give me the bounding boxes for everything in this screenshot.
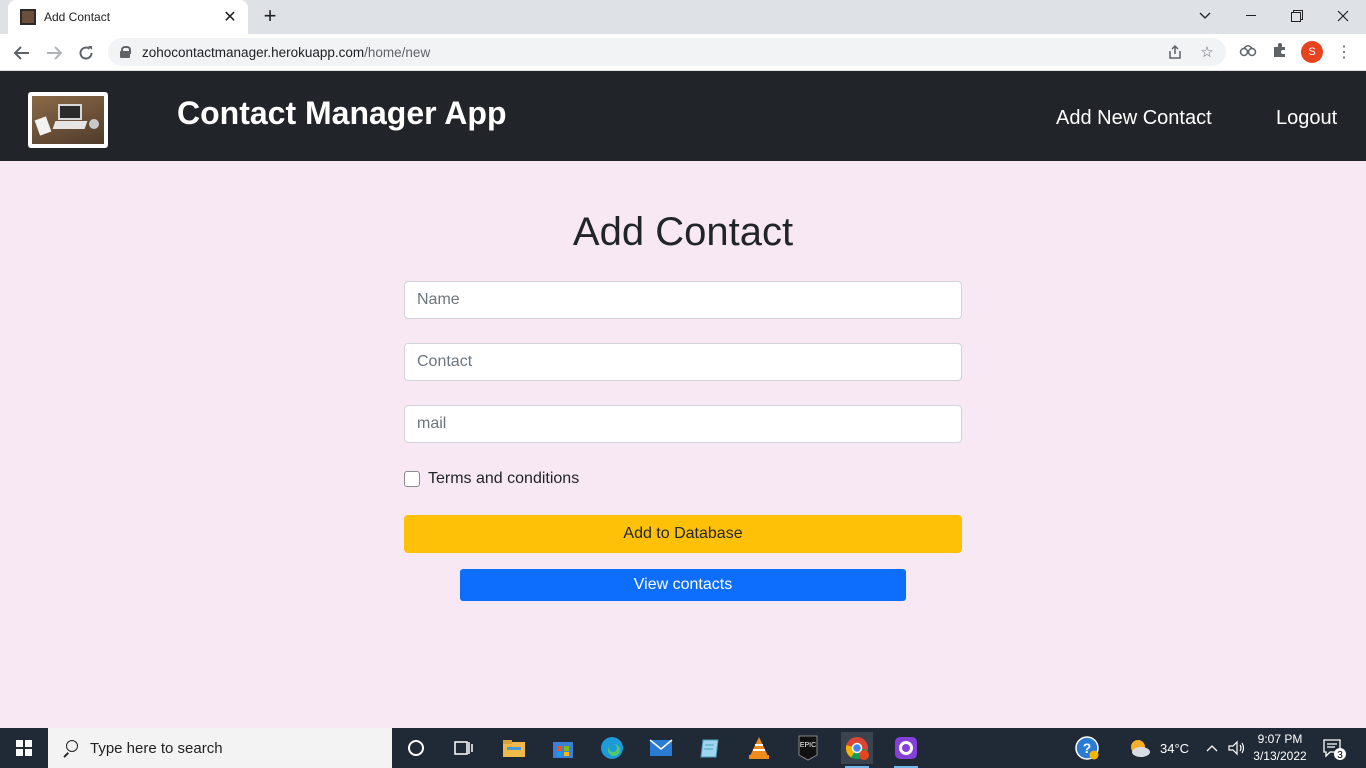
weather-widget[interactable]: 34°C — [1128, 728, 1189, 768]
bookmark-star-icon[interactable]: ☆ — [1198, 44, 1216, 62]
terms-label[interactable]: Terms and conditions — [428, 470, 579, 488]
taskbar-search-box[interactable]: Type here to search — [48, 728, 392, 768]
terms-row: Terms and conditions — [404, 470, 579, 488]
contact-input[interactable] — [404, 343, 962, 381]
file-explorer-icon[interactable] — [498, 732, 530, 764]
notification-count: 3 — [1337, 750, 1343, 760]
cortana-icon[interactable] — [400, 732, 432, 764]
tab-title: Add Contact — [44, 10, 111, 24]
brand-logo-image[interactable] — [28, 92, 108, 148]
svg-text:EPIC: EPIC — [800, 742, 816, 749]
extensions-puzzle-icon[interactable] — [1269, 42, 1291, 64]
brand-title[interactable]: Contact Manager App — [177, 95, 507, 132]
tab-favicon-icon — [20, 9, 36, 25]
close-window-button[interactable] — [1320, 0, 1366, 32]
nav-add-new-contact-link[interactable]: Add New Contact — [1056, 107, 1212, 130]
add-to-database-button[interactable]: Add to Database — [404, 515, 962, 553]
system-clock[interactable]: 9:07 PM 3/13/2022 — [1250, 731, 1310, 765]
terms-checkbox[interactable] — [404, 471, 420, 487]
lock-icon[interactable] — [120, 46, 131, 58]
tab-search-chevron-icon[interactable] — [1182, 0, 1228, 32]
notification-center-icon[interactable]: 3 — [1322, 728, 1346, 768]
view-contacts-button[interactable]: View contacts — [460, 569, 906, 601]
epic-games-icon[interactable]: EPIC — [792, 732, 824, 764]
show-hidden-icons-chevron-icon[interactable] — [1206, 728, 1218, 768]
app-navbar: Contact Manager App Add New Contact Logo… — [0, 71, 1366, 161]
help-tray-icon[interactable]: ? — [1074, 728, 1100, 768]
weather-temperature: 34°C — [1160, 740, 1190, 756]
profile-avatar[interactable]: S — [1301, 41, 1323, 63]
browser-toolbar: zohocontactmanager.herokuapp.com/home/ne… — [0, 34, 1366, 71]
windows-taskbar: Type here to search EPIC ? 34°C 9:07 PM … — [0, 728, 1366, 768]
task-view-icon[interactable] — [448, 732, 480, 764]
back-arrow-icon[interactable] — [8, 39, 36, 67]
chrome-icon[interactable] — [841, 732, 873, 768]
url-host: zohocontactmanager.herokuapp.com — [142, 44, 365, 60]
mail-input[interactable] — [404, 405, 962, 443]
url-text: zohocontactmanager.herokuapp.com/home/ne… — [142, 45, 430, 60]
weather-sun-cloud-icon — [1131, 740, 1150, 757]
vlc-icon[interactable] — [743, 732, 775, 764]
minimize-button[interactable] — [1228, 0, 1274, 32]
github-desktop-icon[interactable] — [890, 732, 922, 768]
taskbar-search-placeholder: Type here to search — [90, 739, 223, 757]
clock-time: 9:07 PM — [1257, 732, 1303, 746]
search-icon — [62, 740, 78, 756]
restore-button[interactable] — [1274, 0, 1320, 32]
share-icon[interactable] — [1166, 44, 1184, 62]
notepad-icon[interactable] — [694, 732, 726, 764]
chrome-menu-icon[interactable]: ⋮ — [1333, 42, 1355, 64]
extension-cloud-icon[interactable] — [1237, 42, 1259, 64]
browser-tab[interactable]: Add Contact ✕ — [8, 0, 248, 34]
address-bar[interactable]: zohocontactmanager.herokuapp.com/home/ne… — [108, 38, 1226, 66]
ms-store-icon[interactable] — [547, 732, 579, 764]
name-input[interactable] — [404, 281, 962, 319]
page-title: Add Contact — [572, 210, 794, 254]
new-tab-button[interactable]: + — [258, 5, 282, 29]
browser-tabstrip: Add Contact ✕ + — [0, 0, 1366, 34]
start-button[interactable] — [0, 728, 48, 768]
clock-date: 3/13/2022 — [1253, 749, 1307, 763]
reload-icon[interactable] — [72, 39, 100, 67]
forward-arrow-icon[interactable] — [40, 39, 68, 67]
volume-icon[interactable] — [1228, 728, 1246, 768]
tab-close-icon[interactable]: ✕ — [222, 7, 238, 27]
edge-icon[interactable] — [596, 732, 628, 764]
windows-logo-icon — [16, 740, 32, 756]
url-path: /home/new — [364, 44, 431, 60]
nav-logout-link[interactable]: Logout — [1276, 107, 1337, 130]
mail-icon[interactable] — [645, 732, 677, 764]
